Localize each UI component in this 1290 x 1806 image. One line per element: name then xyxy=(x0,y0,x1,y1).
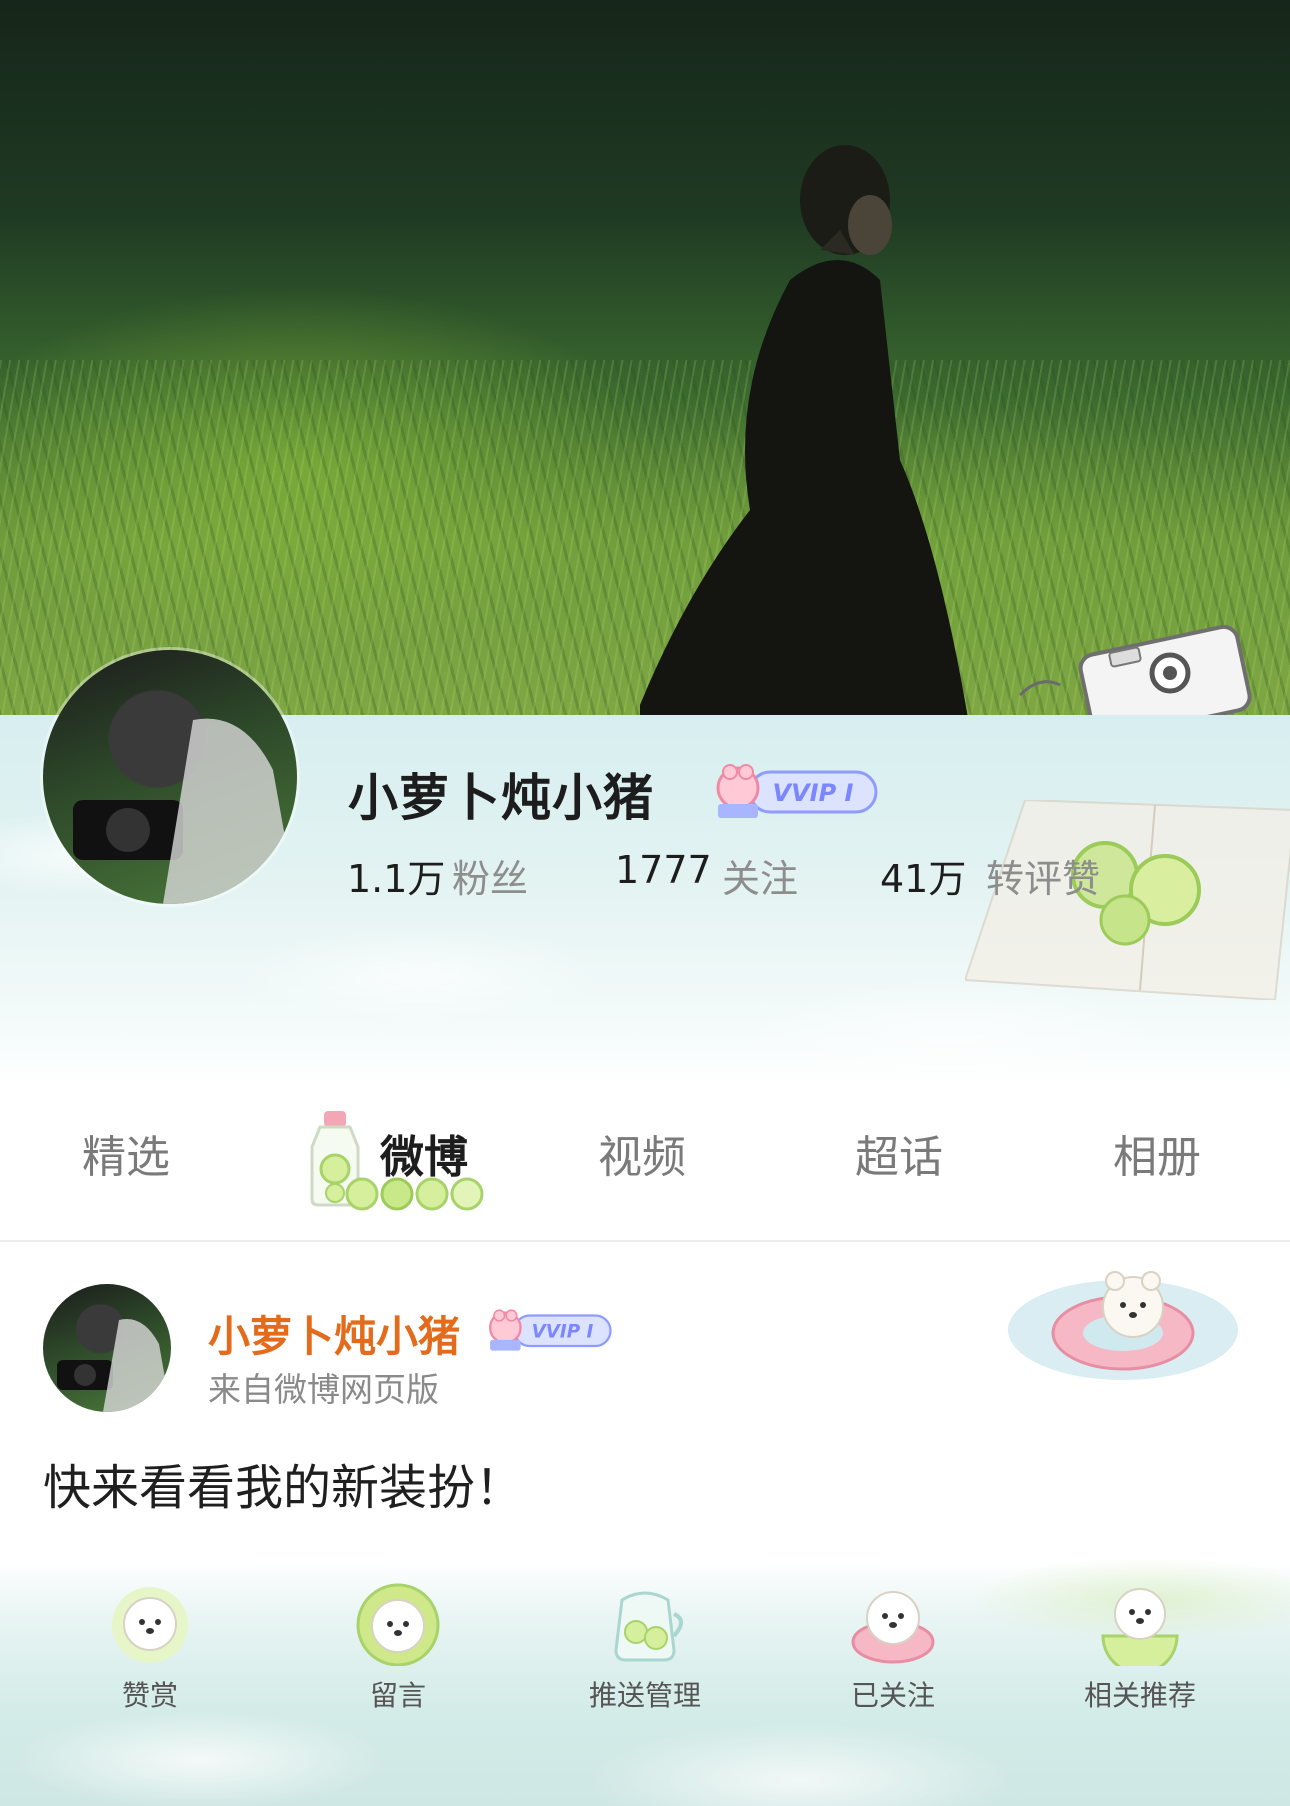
puppy-lime-slice-icon xyxy=(1101,1588,1179,1666)
profile-avatar[interactable] xyxy=(43,650,297,904)
cover-figure-silhouette xyxy=(640,145,969,720)
action-reward-label: 赞赏 xyxy=(121,1679,178,1712)
cover-photo[interactable] xyxy=(0,0,1290,720)
tab-album[interactable]: 相册 xyxy=(1113,1121,1201,1185)
action-following[interactable]: 已关注 xyxy=(793,1580,993,1714)
post-author-name[interactable]: 小萝卜炖小猪 xyxy=(208,1303,460,1364)
tab-super-topic[interactable]: 超话 xyxy=(855,1121,943,1185)
action-push-manage-label: 推送管理 xyxy=(588,1679,701,1712)
interactions-label[interactable]: 转评赞 xyxy=(986,848,1100,903)
action-recommend-label: 相关推荐 xyxy=(1083,1679,1196,1712)
post-source: 来自微博网页版 xyxy=(208,1370,439,1409)
vvip-badge-icon[interactable]: VVIP I xyxy=(710,760,878,822)
profile-username: 小萝卜炖小猪 xyxy=(348,769,654,827)
tabs-divider xyxy=(0,1240,1290,1242)
svg-text:VVIP I: VVIP I xyxy=(532,1322,594,1343)
avatar-camera-icon xyxy=(57,1319,171,1412)
post-author-avatar[interactable] xyxy=(43,1284,171,1412)
action-comment-label: 留言 xyxy=(369,1679,426,1712)
following-label[interactable]: 关注 xyxy=(722,848,798,903)
following-count[interactable]: 1777 xyxy=(615,848,712,892)
action-push-manage[interactable]: 推送管理 xyxy=(545,1580,745,1714)
followers-count[interactable]: 1.1万 xyxy=(347,848,445,903)
profile-tabs: 精选 微博 视频 超话 相册 xyxy=(0,1085,1290,1240)
action-reward[interactable]: 赞赏 xyxy=(50,1580,250,1714)
action-recommend[interactable]: 相关推荐 xyxy=(1040,1580,1240,1714)
tab-featured[interactable]: 精选 xyxy=(82,1121,170,1185)
lemon-jar-icon xyxy=(614,1591,683,1662)
post-content[interactable]: 快来看看我的新装扮！ xyxy=(43,1448,523,1518)
interactions-count[interactable]: 41万 xyxy=(880,848,966,903)
puppy-float-icon xyxy=(851,1591,935,1664)
action-following-label: 已关注 xyxy=(850,1679,935,1712)
action-comment[interactable]: 留言 xyxy=(298,1580,498,1714)
vvip-badge-icon[interactable]: VVIP I xyxy=(484,1306,612,1354)
puppy-icon xyxy=(112,1587,188,1663)
avatar-camera-icon xyxy=(73,718,297,904)
puppy-lime-icon xyxy=(356,1583,440,1666)
tab-video[interactable]: 视频 xyxy=(598,1121,686,1185)
bottom-action-bar: 赞赏 留言 推送管理 已关注 相关推荐 xyxy=(0,1560,1290,1806)
followers-label[interactable]: 粉丝 xyxy=(452,848,528,903)
bear-float-ring-icon xyxy=(1008,1271,1238,1380)
svg-text:VVIP I: VVIP I xyxy=(773,779,854,807)
lime-slices-indicator-icon xyxy=(345,1177,484,1211)
